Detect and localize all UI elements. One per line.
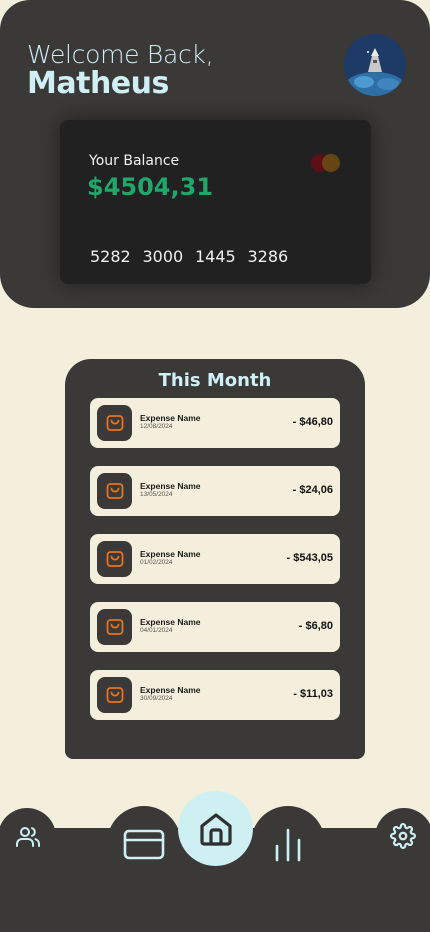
expense-name: Expense Name [140, 685, 201, 695]
expense-name: Expense Name [140, 549, 201, 559]
expense-amount: - $543,05 [286, 552, 333, 564]
expense-item[interactable]: Expense Name 12/08/2024 - $46,80 [90, 398, 340, 448]
card-brand-icon [311, 154, 341, 172]
expense-name: Expense Name [140, 481, 201, 491]
home-icon [199, 812, 232, 846]
panel-title: This Month [158, 370, 272, 391]
expense-item[interactable]: Expense Name 30/09/2024 - $11,03 [90, 670, 340, 720]
balance-card[interactable]: Your Balance $4504,31 5282 3000 1445 328… [60, 120, 371, 284]
avatar[interactable] [344, 34, 406, 96]
expense-date: 12/08/2024 [140, 423, 173, 430]
expense-date: 13/05/2024 [140, 491, 173, 498]
expense-date: 01/02/2024 [140, 559, 173, 566]
this-month-panel: This Month Expense Name 12/08/2024 - $46… [65, 359, 365, 759]
expense-date: 04/01/2024 [140, 627, 173, 634]
expense-amount: - $6,80 [298, 620, 333, 632]
shopping-bag-icon [97, 677, 132, 713]
users-icon[interactable] [10, 820, 46, 854]
expense-amount: - $24,06 [292, 484, 333, 496]
card-icon[interactable] [118, 824, 170, 864]
card-number-group: 5282 [90, 247, 131, 266]
username: Matheus [27, 66, 169, 101]
card-number: 5282 3000 1445 3286 [90, 247, 300, 266]
shopping-bag-icon [97, 609, 132, 645]
card-number-group: 1445 [195, 247, 236, 266]
expense-item[interactable]: Expense Name 13/05/2024 - $24,06 [90, 466, 340, 516]
expense-item[interactable]: Expense Name 04/01/2024 - $6,80 [90, 602, 340, 652]
expense-amount: - $11,03 [293, 688, 333, 700]
expense-name: Expense Name [140, 617, 201, 627]
welcome-text: Welcome Back, [27, 40, 214, 69]
shopping-bag-icon [97, 473, 132, 509]
expense-name: Expense Name [140, 413, 201, 423]
shopping-bag-icon [97, 541, 132, 577]
shopping-bag-icon [97, 405, 132, 441]
expense-date: 30/09/2024 [140, 695, 173, 702]
home-button[interactable] [178, 791, 253, 866]
stats-icon[interactable] [266, 824, 310, 864]
card-number-group: 3286 [247, 247, 289, 266]
settings-icon[interactable] [385, 818, 421, 854]
expense-amount: - $46,80 [292, 416, 333, 428]
expense-item[interactable]: Expense Name 01/02/2024 - $543,05 [90, 534, 340, 584]
card-number-group: 3000 [142, 247, 184, 266]
header: Welcome Back, Matheus Your Balance $4504… [0, 0, 430, 308]
balance-label: Your Balance [89, 153, 180, 169]
balance-value: $4504,31 [87, 173, 214, 201]
